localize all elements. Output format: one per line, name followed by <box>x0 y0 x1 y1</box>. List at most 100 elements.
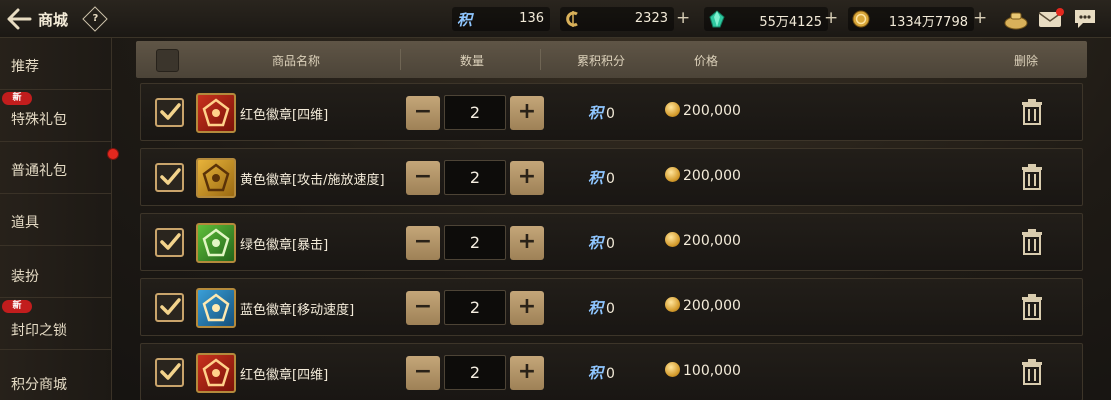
item-price: 200,000 <box>665 167 741 184</box>
accumulated-points: 积0 <box>588 297 615 318</box>
gold-coin-icon <box>665 167 680 182</box>
sidebar-item-label: 特殊礼包 <box>11 112 67 128</box>
decrease-qty-button[interactable]: − <box>406 161 440 195</box>
decrease-qty-button[interactable]: − <box>406 291 440 325</box>
sidebar-item-recommend[interactable]: 推荐 <box>0 38 112 90</box>
trash-icon[interactable] <box>1021 294 1043 320</box>
header-divider <box>400 49 401 70</box>
item-name: 蓝色徽章[移动速度] <box>240 303 355 318</box>
increase-qty-button[interactable]: + <box>510 96 544 130</box>
price-value: 200,000 <box>683 233 741 249</box>
crystal-value: 55万4125 <box>759 15 822 30</box>
jifen-icon: 积 <box>588 234 604 252</box>
sidebar: 推荐 新 特殊礼包 普通礼包 道具 装扮 新 封印之锁 积分商城 <box>0 38 112 400</box>
column-header-qty: 数量 <box>460 54 485 68</box>
accumulated-points: 积0 <box>588 232 615 253</box>
gold-coin-icon <box>665 362 680 377</box>
item-name: 绿色徽章[暴击] <box>240 238 329 253</box>
sidebar-item-label: 推荐 <box>11 59 39 75</box>
item-name: 红色徽章[四维] <box>240 108 329 123</box>
checkmark-icon <box>160 168 181 185</box>
increase-qty-button[interactable]: + <box>510 356 544 390</box>
sidebar-item-seal-lock[interactable]: 新 封印之锁 <box>0 298 112 350</box>
badge-item-icon <box>196 223 236 263</box>
points-value: 0 <box>606 106 615 122</box>
item-checkbox[interactable] <box>155 228 184 257</box>
accumulated-points: 积0 <box>588 102 615 123</box>
gold-value: 1334万7798 <box>888 15 968 30</box>
sidebar-item-points-shop[interactable]: 积分商城 <box>0 350 112 400</box>
gold-coin-icon <box>665 102 680 117</box>
checkmark-icon <box>160 233 181 250</box>
new-badge: 新 <box>2 92 32 105</box>
item-checkbox[interactable] <box>155 163 184 192</box>
sidebar-item-special-pack[interactable]: 新 特殊礼包 <box>0 90 112 142</box>
decrease-qty-button[interactable]: − <box>406 226 440 260</box>
jifen-currency: 积 136 <box>452 7 550 31</box>
sidebar-item-label: 装扮 <box>11 269 39 285</box>
crystal-currency: 55万4125 <box>704 7 828 31</box>
trash-icon[interactable] <box>1021 359 1043 385</box>
increase-qty-button[interactable]: + <box>510 291 544 325</box>
add-gold-button[interactable]: + <box>973 8 987 28</box>
column-header-name: 商品名称 <box>272 54 321 68</box>
jifen-icon: 积 <box>457 11 473 29</box>
sidebar-item-costume[interactable]: 装扮 <box>0 246 112 298</box>
quantity-input[interactable]: 2 <box>444 95 506 130</box>
gold-coin-icon <box>665 297 680 312</box>
sidebar-item-label: 道具 <box>11 215 39 231</box>
select-all-checkbox[interactable] <box>156 49 179 72</box>
item-name: 红色徽章[四维] <box>240 368 329 383</box>
item-price: 200,000 <box>665 102 741 119</box>
gold-coin-icon <box>665 232 680 247</box>
trash-icon[interactable] <box>1021 99 1043 125</box>
badge-item-icon <box>196 353 236 393</box>
gold-coin-icon <box>852 10 870 28</box>
decrease-qty-button[interactable]: − <box>406 96 440 130</box>
c-coin-currency: 2323 <box>560 7 674 31</box>
mail-icon[interactable] <box>1038 7 1064 31</box>
increase-qty-button[interactable]: + <box>510 226 544 260</box>
jifen-icon: 积 <box>588 364 604 382</box>
chat-icon[interactable] <box>1073 7 1097 31</box>
help-icon[interactable]: ? <box>82 6 108 32</box>
points-value: 0 <box>606 366 615 382</box>
accumulated-points: 积0 <box>588 362 615 383</box>
trash-icon[interactable] <box>1021 229 1043 255</box>
c-coin-value: 2323 <box>634 11 668 26</box>
table-row: 红色徽章[四维] − 2 + 积0 100,000 <box>140 343 1083 400</box>
item-price: 200,000 <box>665 232 741 249</box>
sidebar-item-normal-pack[interactable]: 普通礼包 <box>0 142 112 194</box>
item-checkbox[interactable] <box>155 98 184 127</box>
item-checkbox[interactable] <box>155 293 184 322</box>
checkmark-icon <box>160 363 181 380</box>
item-checkbox[interactable] <box>155 358 184 387</box>
header-divider <box>540 49 541 70</box>
gold-currency: 1334万7798 <box>848 7 974 31</box>
table-row: 红色徽章[四维] − 2 + 积0 200,000 <box>140 83 1083 141</box>
trash-icon[interactable] <box>1021 164 1043 190</box>
c-coin-icon <box>564 10 582 28</box>
jifen-icon: 积 <box>588 104 604 122</box>
price-value: 200,000 <box>683 103 741 119</box>
price-value: 100,000 <box>683 363 741 379</box>
quantity-input[interactable]: 2 <box>444 225 506 260</box>
item-name: 黄色徽章[攻击/施放速度] <box>240 173 385 188</box>
jifen-icon: 积 <box>588 299 604 317</box>
quantity-input[interactable]: 2 <box>444 160 506 195</box>
column-header-price: 价格 <box>694 54 719 68</box>
sidebar-item-items[interactable]: 道具 <box>0 194 112 246</box>
price-value: 200,000 <box>683 168 741 184</box>
add-crystal-button[interactable]: + <box>824 8 838 28</box>
checkmark-icon <box>160 103 181 120</box>
bag-icon[interactable] <box>1003 7 1028 31</box>
item-price: 100,000 <box>665 362 741 379</box>
quantity-input[interactable]: 2 <box>444 290 506 325</box>
decrease-qty-button[interactable]: − <box>406 356 440 390</box>
notification-dot <box>107 148 119 160</box>
add-c-coin-button[interactable]: + <box>676 8 690 28</box>
increase-qty-button[interactable]: + <box>510 161 544 195</box>
back-arrow-icon[interactable] <box>6 8 32 30</box>
price-value: 200,000 <box>683 298 741 314</box>
quantity-input[interactable]: 2 <box>444 355 506 390</box>
